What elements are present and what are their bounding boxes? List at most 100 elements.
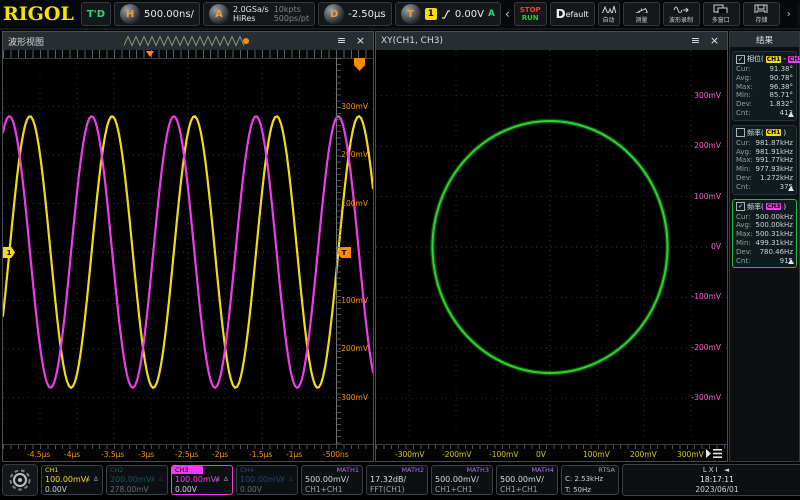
window-menu-icon[interactable]: ≡ [334, 34, 349, 48]
multi-window-button[interactable]: 多窗口 [702, 2, 740, 26]
multi-window-icon [713, 4, 728, 13]
run-stop-button[interactable]: STOP RUN [513, 2, 547, 26]
default-button[interactable]: Default [549, 2, 595, 26]
d-knob-icon[interactable]: D [324, 4, 345, 24]
measurement-card[interactable]: 频率(CH1) Cur: 981.87kHz Avg: 981.91kHz Max: 991… [732, 124, 797, 195]
measurement-source-chip: CH1 [765, 55, 782, 63]
auto-button[interactable]: 自动 [597, 2, 620, 26]
lan-status-icon: LXI ◄ [702, 465, 732, 474]
measure-button[interactable]: 测量 [622, 2, 660, 26]
counter-tag: RTSA [598, 466, 615, 474]
time-axis-label: -2.5µs [175, 450, 199, 459]
channel-box-ch3[interactable]: CH3 ≡ Δ 100.00mV/0.00V [171, 465, 233, 495]
expand-icon[interactable] [788, 111, 794, 117]
measurement-stat-key: Dev: [736, 173, 752, 182]
measurement-card-header: 频率(CH1) [736, 128, 793, 138]
record-button[interactable]: 波形录制 [662, 2, 700, 26]
system-date: 2023/06/01 [695, 484, 739, 494]
waveform-view-titlebar[interactable]: 波形视图 ≡ × [3, 32, 373, 50]
acquisition-button[interactable]: A 2.0GSa/s HiRes 10kpts 500ps/pt [202, 2, 316, 26]
counter-box[interactable]: RTSA C: 2.53kHz T: 50Hz [561, 465, 619, 495]
storage-button[interactable]: 存储 [742, 2, 780, 26]
xy-y-axis-label: -300mV [691, 393, 721, 403]
window-close-icon[interactable]: × [707, 34, 722, 48]
math-expression: CH1+CH1 [500, 485, 538, 494]
measurement-stat-key: Max: [736, 82, 753, 91]
xy-menu-icon[interactable] [705, 447, 723, 460]
time-axis-label: -500ns [323, 450, 349, 459]
xy-y-axis-label: 100mV [694, 191, 721, 201]
measurement-stat-value: 981.91kHz [755, 147, 794, 156]
xy-x-axis-label: 300mV [677, 450, 704, 459]
measurement-name: 频率( [747, 202, 764, 211]
trigger-button[interactable]: T 1 0.00V A [394, 2, 501, 26]
rigol-logo: RIGOL [3, 3, 74, 25]
time-axis: -4.5µs -4µs -3.5µs -3µs -2.5µs -2µs -1.5µs -1µs… [3, 444, 373, 461]
math-box-math4[interactable]: MATH4 500.00mV/CH1+CH1 [496, 465, 558, 495]
navigation-gear-button[interactable] [2, 464, 38, 496]
measurement-stat-value: 90.78° [769, 73, 793, 82]
measurement-stat-value: 1.272kHz [759, 173, 793, 182]
channel-box-ch4[interactable]: CH4 ≡ Δ 100.00mV/0.00V [236, 465, 298, 495]
measurement-stat-value: 91.38° [769, 65, 793, 73]
horizontal-scale-button[interactable]: H 500.00ns/ [114, 2, 200, 26]
waveform-view-title: 波形视图 [8, 37, 45, 48]
channel-box-ch1[interactable]: CH1 ≡ Δ 100.00mV/0.00V [41, 465, 103, 495]
t-knob-icon[interactable]: T [400, 4, 421, 24]
measurement-stat-key: Min: [736, 165, 751, 174]
math-expression: CH1+CH1 [305, 485, 343, 494]
measurement-checkbox[interactable]: ✓ [736, 54, 745, 64]
math-tag: MATH4 [531, 466, 554, 474]
xy-view-titlebar[interactable]: XY(CH1, CH3) ≡ × [376, 32, 727, 50]
waveform-overview-thumbnail[interactable] [124, 34, 254, 48]
channel-tag: CH4 [240, 466, 254, 474]
expand-icon[interactable] [788, 259, 794, 265]
xy-x-axis-label: -300mV [395, 450, 425, 459]
delay-button[interactable]: D -2.50µs [318, 2, 392, 26]
channel-tag: CH3 [172, 466, 203, 474]
measurement-checkbox[interactable]: ✓ [736, 202, 745, 212]
collapse-chevron-icon[interactable]: ‹ [504, 7, 511, 21]
measurement-name: 频率( [747, 128, 764, 137]
measurement-checkbox[interactable] [736, 128, 745, 138]
measurement-card[interactable]: ✓ 频率(CH3) Cur: 500.00kHz Avg: 500.00kHz Max: 50… [732, 198, 797, 269]
xy-plot-area[interactable]: 300mV 200mV 100mV 0V -100mV -200mV -300mV [376, 50, 727, 440]
clock-box[interactable]: LXI ◄ 18:17:11 2023/06/01 [622, 464, 800, 496]
a-knob-icon[interactable]: A [208, 4, 229, 24]
window-close-icon[interactable]: × [353, 34, 368, 48]
math-box-math3[interactable]: MATH3 500.00mV/CH1+CH1 [431, 465, 493, 495]
math-box-math1[interactable]: MATH1 500.00mV/CH1+CH1 [301, 465, 363, 495]
waveform-view-window: 波形视图 ≡ × 300mV 200mV 100mV -100mV -200mV -300… [2, 31, 374, 462]
measurement-row: Dev: 780.46Hz [736, 248, 793, 257]
measurement-stat-value: 981.87kHz [755, 138, 794, 147]
more-tools-chevron[interactable]: › [783, 2, 795, 26]
xy-x-axis-label: 200mV [630, 450, 657, 459]
measurement-stat-key: Min: [736, 238, 751, 247]
measure-label: 测量 [635, 16, 648, 24]
math-box-math2[interactable]: MATH2 17.32dB/FFT(CH1) [366, 465, 428, 495]
expand-icon[interactable] [788, 185, 794, 191]
time-axis-label: -4.5µs [27, 450, 51, 459]
counter-line1: C: 2.53kHz [565, 475, 604, 483]
record-label: 波形录制 [669, 16, 694, 24]
bottom-status-bar: CH1 ≡ Δ 100.00mV/0.00V CH2 ≡ Δ 200.00mV/278.0… [0, 463, 800, 497]
measurement-stat-key: Cnt: [736, 108, 751, 117]
channel-offset: 0.00V [240, 485, 262, 494]
measurement-row: Min: 85.71° [736, 91, 793, 100]
h-knob-icon[interactable]: H [120, 4, 141, 24]
waveform-plot-area[interactable]: 300mV 200mV 100mV -100mV -200mV -300mV T 1 [3, 58, 373, 446]
window-menu-icon[interactable]: ≡ [688, 34, 703, 48]
math-expression: CH1+CH1 [435, 485, 473, 494]
trigger-position-indicator[interactable] [146, 51, 154, 57]
stop-label: STOP [519, 6, 541, 14]
math-scale: 500.00mV/ [305, 475, 349, 484]
measurement-stat-key: Min: [736, 91, 751, 100]
measurement-card[interactable]: ✓相位(CH1-CH3)Cur: 91.38° Avg: 90.78° Max: 96.3… [732, 51, 800, 121]
measurement-stat-key: Cur: [736, 212, 751, 221]
channel-tag: CH2 [110, 466, 124, 474]
xy-y-axis-label: 300mV [694, 90, 721, 100]
channel-offset: 278.00mV [110, 485, 149, 494]
measurement-stat-value: 500.00kHz [755, 221, 794, 230]
measurement-row: Dev: 1.832° [736, 100, 793, 109]
channel-box-ch2[interactable]: CH2 ≡ Δ 200.00mV/278.00mV [106, 465, 168, 495]
